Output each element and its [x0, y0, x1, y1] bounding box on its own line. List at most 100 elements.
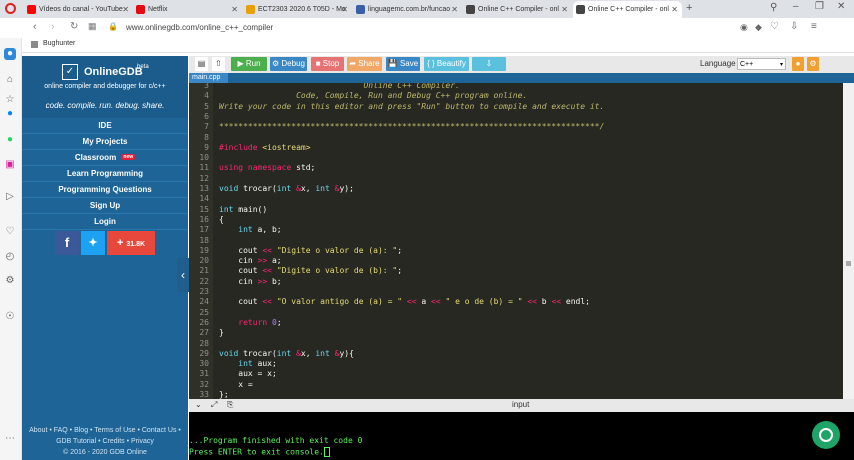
footer-copyright: © 2016 - 2020 GDB Online	[63, 449, 147, 456]
browser-tab[interactable]: linguagemc.com.br/funcao ✕	[353, 1, 462, 18]
nav-classroom[interactable]: Classroom new	[22, 150, 188, 166]
bookmark-bughunter[interactable]: Bughunter	[43, 40, 75, 47]
facebook-share-icon[interactable]: f	[55, 231, 79, 255]
save-button[interactable]: 💾 Save	[386, 57, 420, 71]
close-icon[interactable]: ✕	[837, 1, 845, 12]
history-icon[interactable]: ◴	[4, 251, 16, 263]
nav-login[interactable]: Login	[22, 214, 188, 230]
share-button[interactable]: ➦ Share	[347, 57, 382, 71]
heart-icon[interactable]: ♡	[770, 21, 779, 32]
tab-favicon-icon	[246, 5, 255, 14]
download-icon[interactable]: ⇩	[790, 21, 798, 32]
url-field[interactable]: www.onlinegdb.com/online_c++_compiler	[126, 23, 273, 32]
line-number: 23	[199, 287, 209, 296]
browser-tab[interactable]: ECT2303 2020.6 T05D - Mo ✕	[243, 1, 352, 18]
footer-links-2[interactable]: GDB Tutorial • Credits • Privacy	[22, 438, 188, 445]
stop-button[interactable]: ■ Stop	[311, 57, 344, 71]
tab-favicon-icon	[356, 5, 365, 14]
settings-gear-icon[interactable]: ⚙	[807, 57, 819, 71]
file-tab-main[interactable]: main.cpp	[189, 73, 228, 83]
tab-close-icon[interactable]: ✕	[122, 5, 129, 14]
collapse-output-icon[interactable]: ⌄	[195, 400, 202, 409]
tab-close-icon[interactable]: ✕	[671, 5, 678, 14]
opera-logo-icon[interactable]	[5, 3, 16, 14]
instagram-icon[interactable]: ▣	[4, 159, 16, 171]
send-icon[interactable]: ▷	[4, 191, 16, 203]
nav-sign-up[interactable]: Sign Up	[22, 198, 188, 214]
nav-ide[interactable]: IDE	[22, 118, 188, 134]
camera-icon[interactable]: ◉	[740, 22, 748, 33]
tab-close-icon[interactable]: ✕	[231, 5, 238, 14]
reload-icon[interactable]: ↻	[70, 21, 78, 32]
nav-programming-questions[interactable]: Programming Questions	[22, 182, 188, 198]
tab-close-icon[interactable]: ✕	[561, 5, 568, 14]
minimize-icon[interactable]: –	[793, 1, 799, 12]
line-number: 22	[199, 276, 209, 286]
heart-sidebar-icon[interactable]: ♡	[4, 226, 16, 238]
chat-bubble-icon[interactable]	[812, 421, 840, 449]
tab-close-icon[interactable]: ✕	[451, 5, 458, 14]
forward-icon[interactable]: ›	[51, 21, 55, 33]
language-select[interactable]: C++ ▾	[737, 58, 786, 70]
browser-tab[interactable]: Vídeos do canal - YouTube ✕	[24, 1, 133, 18]
copy-output-icon[interactable]: ⎘	[227, 400, 233, 410]
new-file-icon[interactable]: ▤	[195, 57, 208, 71]
workspace-icon[interactable]: ●	[4, 48, 16, 60]
browser-tab[interactable]: Online C++ Compiler - onl ✕	[463, 1, 572, 18]
brand-beta: beta	[137, 64, 149, 70]
console-cursor	[323, 447, 330, 457]
info-icon[interactable]: ●	[792, 57, 804, 71]
line-number: 26	[199, 317, 209, 327]
bookmark-sidebar-icon[interactable]: ☆	[4, 94, 16, 106]
line-number-gutter: 3 4 5 6 7 8 9 10 11 12 13 14 15 16 17 18 19 20 21 22 23 24 25 2…	[189, 83, 213, 399]
debug-button[interactable]: ⚙ Debug	[270, 57, 307, 71]
nav-my-projects[interactable]: My Projects	[22, 134, 188, 150]
messenger-icon[interactable]: ●	[4, 108, 16, 120]
editor-scrollbar[interactable]	[843, 83, 854, 399]
console-output[interactable]: ...Program finished with exit code 0 Pre…	[189, 412, 854, 460]
share-count-button[interactable]: +31.8K	[107, 231, 155, 255]
code-line: int aux;	[238, 359, 277, 369]
brand-name[interactable]: OnlineGDB	[84, 66, 143, 78]
collapse-sidebar-icon[interactable]: ‹	[177, 258, 189, 292]
logo-icon[interactable]: ✓	[62, 64, 78, 80]
more-icon[interactable]: ⋯	[4, 433, 16, 445]
grid-icon[interactable]: ▦	[88, 21, 97, 32]
code-line: {	[219, 214, 224, 224]
browser-tab[interactable]: Online C++ Compiler - onl ✕	[573, 1, 682, 18]
home-icon[interactable]: ⌂	[4, 74, 16, 86]
code-line: }	[219, 328, 224, 338]
line-number: 11	[199, 163, 209, 173]
menu-icon[interactable]: ≡	[811, 21, 817, 32]
scroll-thumb[interactable]	[846, 261, 851, 266]
lightbulb-icon[interactable]: ☉	[4, 311, 16, 323]
whatsapp-icon[interactable]: ●	[4, 134, 16, 146]
code-line: x =	[219, 379, 258, 389]
bookmarks-bar: Bughunter	[0, 38, 854, 53]
lock-icon: 🔒	[108, 22, 118, 31]
settings-icon[interactable]: ⚙	[4, 275, 16, 287]
search-icon[interactable]: ⚲	[770, 2, 777, 13]
upload-icon[interactable]: ⇧	[212, 57, 225, 71]
restore-icon[interactable]: ❐	[815, 1, 824, 12]
code-line: #include <iostream>	[219, 142, 311, 152]
shield-icon[interactable]: ◆	[755, 22, 762, 33]
tab-close-icon[interactable]: ✕	[341, 5, 348, 14]
console-line-2: Press ENTER to exit console.	[189, 447, 330, 457]
twitter-share-icon[interactable]: ✦	[81, 231, 105, 255]
code-editor[interactable]: 3 4 5 6 7 8 9 10 11 12 13 14 15 16 17 18 19 20 21 22 23 24 25 2…	[189, 83, 843, 399]
download-code-icon[interactable]: ⇩	[472, 57, 506, 71]
new-tab-button[interactable]: +	[686, 2, 692, 14]
back-icon[interactable]: ‹	[33, 21, 37, 33]
code-line: cin >> b;	[219, 276, 282, 286]
line-number: 24	[199, 297, 209, 307]
footer-links-1[interactable]: About • FAQ • Blog • Terms of Use • Cont…	[22, 427, 188, 434]
line-number: 16	[199, 214, 209, 224]
browser-tab[interactable]: Netflix ✕	[133, 1, 242, 18]
line-number: 17	[199, 225, 209, 235]
line-number: 30	[199, 359, 209, 369]
nav-learn-programming[interactable]: Learn Programming	[22, 166, 188, 182]
beautify-button[interactable]: { } Beautify	[424, 57, 469, 71]
run-button[interactable]: ▶ Run	[231, 57, 267, 71]
expand-output-icon[interactable]: ⤢	[211, 400, 217, 410]
